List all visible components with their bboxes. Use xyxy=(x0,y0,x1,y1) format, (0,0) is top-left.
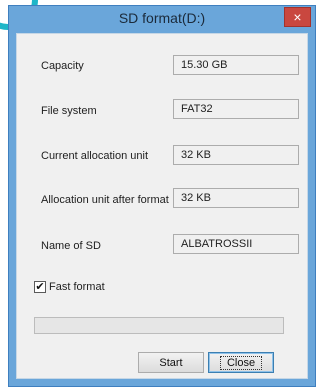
allocation-unit-after-format-field: 32 KB xyxy=(173,188,299,208)
checkmark-icon: ✔ xyxy=(35,280,45,293)
title-bar[interactable]: SD format(D:) × xyxy=(9,6,315,33)
sd-format-dialog: SD format(D:) × Capacity 15.30 GB File s… xyxy=(8,5,316,387)
close-icon: × xyxy=(293,9,302,25)
fast-format-checkbox[interactable]: ✔ xyxy=(34,281,46,293)
format-progress-bar xyxy=(34,317,284,334)
close-button[interactable]: Close xyxy=(208,352,274,373)
fast-format-option[interactable]: ✔ Fast format xyxy=(34,281,105,293)
start-button[interactable]: Start xyxy=(138,352,204,373)
file-system-field: FAT32 xyxy=(173,99,299,119)
allocation-unit-after-format-label: Allocation unit after format xyxy=(41,194,169,206)
capacity-label: Capacity xyxy=(41,60,84,72)
name-of-sd-field: ALBATROSSII xyxy=(173,234,299,254)
window-title: SD format(D:) xyxy=(118,10,206,26)
fast-format-label: Fast format xyxy=(49,281,105,293)
capacity-field: 15.30 GB xyxy=(173,55,299,75)
name-of-sd-label: Name of SD xyxy=(41,240,101,252)
current-allocation-unit-label: Current allocation unit xyxy=(41,150,149,162)
window-close-button[interactable]: × xyxy=(284,7,311,27)
close-button-label: Close xyxy=(219,355,263,370)
file-system-label: File system xyxy=(41,105,97,117)
dialog-content: Capacity 15.30 GB File system FAT32 Curr… xyxy=(16,33,308,379)
current-allocation-unit-field: 32 KB xyxy=(173,145,299,165)
